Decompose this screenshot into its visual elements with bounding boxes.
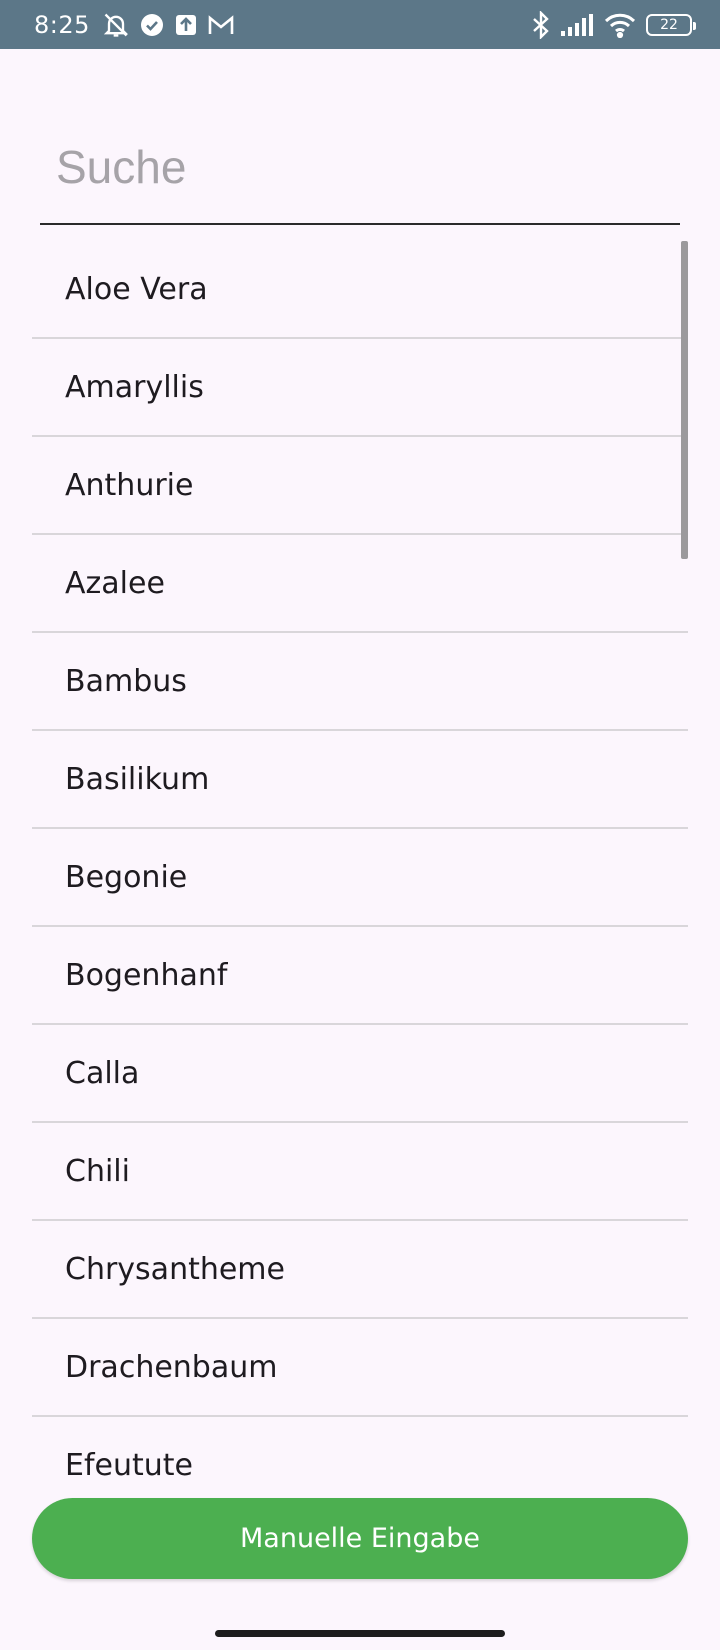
signal-icon: [560, 13, 594, 37]
status-bar-left: 8:25: [34, 11, 234, 39]
gmail-icon: [208, 14, 234, 36]
plant-list-item[interactable]: Aloe Vera: [32, 241, 688, 339]
check-circle-icon: [140, 13, 164, 37]
battery-icon: 22: [646, 13, 696, 36]
plant-list-item[interactable]: Anthurie: [32, 437, 688, 535]
bluetooth-icon: [532, 10, 550, 39]
plant-list-item[interactable]: Basilikum: [32, 731, 688, 829]
plant-list-item[interactable]: Bogenhanf: [32, 927, 688, 1025]
wifi-icon: [604, 12, 636, 38]
plant-list-item[interactable]: Drachenbaum: [32, 1319, 688, 1417]
plant-list-item[interactable]: Begonie: [32, 829, 688, 927]
plant-list-item[interactable]: Amaryllis: [32, 339, 688, 437]
plant-list-item[interactable]: Calla: [32, 1025, 688, 1123]
plant-list-item[interactable]: Chrysantheme: [32, 1221, 688, 1319]
plant-list-item[interactable]: Efeutute: [32, 1417, 688, 1483]
status-bar-right: 22: [532, 10, 696, 39]
plant-list-item[interactable]: Chili: [32, 1123, 688, 1221]
home-indicator[interactable]: [215, 1630, 505, 1637]
plant-list-item[interactable]: Bambus: [32, 633, 688, 731]
muted-bell-icon: [102, 11, 130, 39]
search-field[interactable]: [40, 120, 680, 225]
manual-entry-button[interactable]: Manuelle Eingabe: [32, 1498, 688, 1579]
plant-list-item[interactable]: Azalee: [32, 535, 688, 633]
search-input[interactable]: [56, 132, 656, 202]
status-time: 8:25: [34, 10, 90, 39]
battery-level: 22: [660, 16, 678, 33]
status-bar: 8:25 22: [0, 0, 720, 49]
list-scrollbar[interactable]: [681, 241, 688, 559]
plant-list[interactable]: Aloe Vera Amaryllis Anthurie Azalee Bambus Ba…: [32, 241, 688, 1483]
upload-icon: [174, 13, 198, 37]
